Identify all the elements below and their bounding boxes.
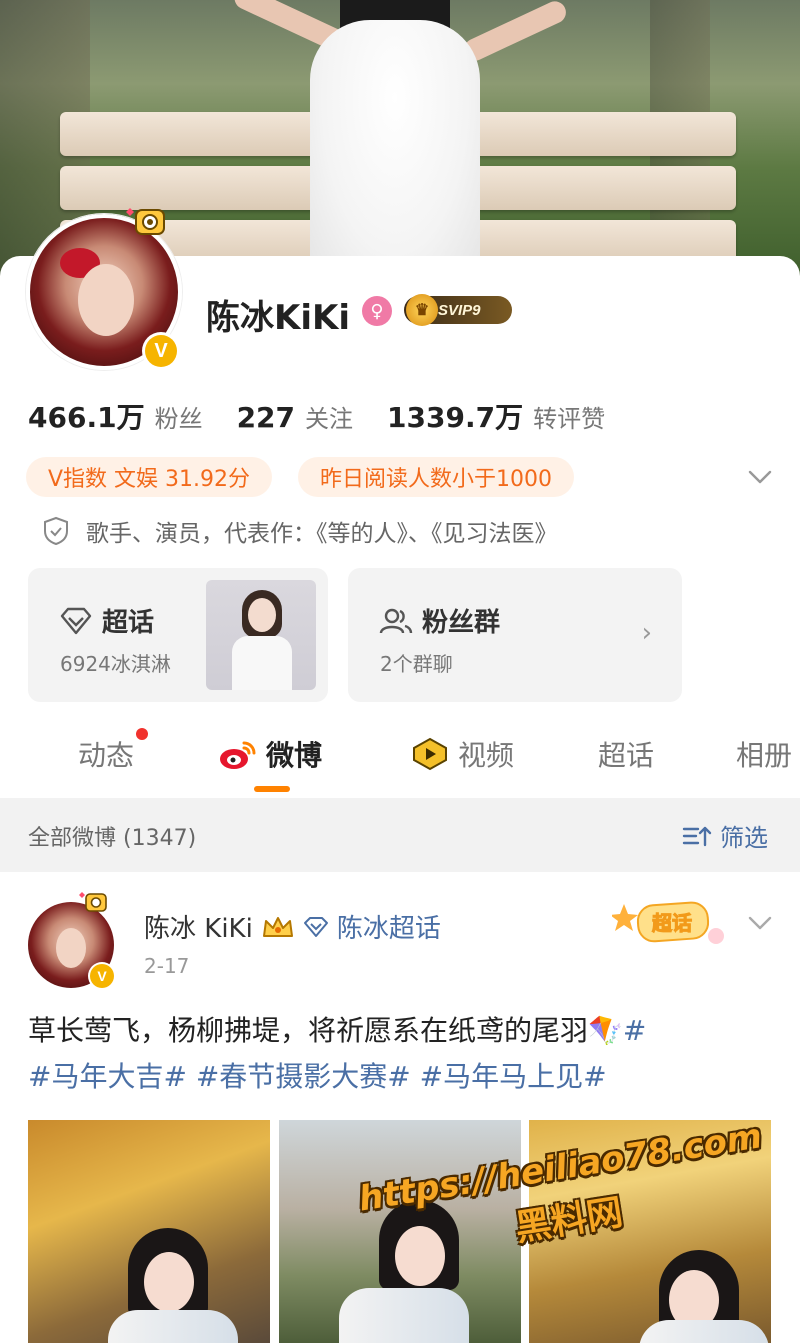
video-play-icon <box>413 737 447 771</box>
post-author[interactable]: 陈冰 KiKi <box>144 908 253 945</box>
fans-count[interactable]: 466.1万 <box>28 396 145 436</box>
arm <box>460 0 570 65</box>
crown-icon <box>262 916 293 937</box>
avatar-face <box>78 264 134 336</box>
super-topic-card[interactable]: 超话 6924冰淇淋 <box>28 568 328 702</box>
kite-emoji: 🪁 <box>588 1014 623 1047</box>
likes-count[interactable]: 1339.7万 <box>387 396 523 436</box>
thumb-shirt <box>232 636 292 690</box>
tab-weibo[interactable]: 微博 <box>218 734 322 774</box>
chevron-down-icon[interactable] <box>746 908 774 936</box>
svip-label: SVIP9 <box>438 301 481 319</box>
unread-dot <box>136 728 149 740</box>
bio-text: 歌手、演员，代表作：《等的人》、《见习法医》 <box>86 521 558 547</box>
post-hashtags[interactable]: #马年大吉# #春节摄影大赛# #马年马上见# <box>28 1060 607 1093</box>
camera-decoration-icon <box>79 892 107 912</box>
profile-tabs: 动态 微博 视频 超话 相册 <box>0 720 800 796</box>
post-author-line: 陈冰 KiKi 陈冰超话 <box>144 908 441 945</box>
female-gender-icon: ♀ <box>362 296 392 326</box>
daily-reads-tag[interactable]: 昨日阅读人数小于1000 <box>298 457 574 497</box>
fan-group-subtitle: 2个群聊 <box>380 652 453 676</box>
fans-label[interactable]: 粉丝 <box>155 399 203 434</box>
tab-video[interactable]: 视频 <box>410 734 514 774</box>
chevron-right-icon: › <box>641 618 652 648</box>
svip-badge[interactable]: ♛ SVIP9 <box>404 294 512 326</box>
post-date: 2-17 <box>144 954 190 978</box>
tab-super-topic[interactable]: 超话 <box>598 734 654 774</box>
fan-group-title: 粉丝群 <box>378 602 500 639</box>
avatar-face <box>56 928 86 968</box>
verified-badge: V <box>88 962 116 990</box>
fan-group-card[interactable]: 粉丝群 2个群聊 › <box>348 568 682 702</box>
verified-badge: V <box>142 332 180 370</box>
shield-check-icon <box>44 516 68 546</box>
post-text: 草长莺飞，杨柳拂堤，将祈愿系在纸鸢的尾羽🪁# #马年大吉# #春节摄影大赛# #… <box>28 1008 778 1100</box>
thumb-face <box>248 598 276 632</box>
feed-filter-bar: 全部微博 (1347) 筛选 <box>0 798 800 872</box>
sticker-label: 超话 <box>651 911 692 935</box>
super-topic-thumbnail <box>206 580 316 690</box>
photo-clothes <box>639 1320 769 1343</box>
profile-bio: 歌手、演员，代表作：《等的人》、《见习法医》 <box>42 514 558 548</box>
photo-clothes <box>108 1310 238 1343</box>
photo-face <box>144 1252 194 1312</box>
following-label[interactable]: 关注 <box>305 399 353 434</box>
weibo-icon <box>220 741 256 769</box>
super-topic-title: 超话 <box>58 602 154 639</box>
profile-stats: 466.1万 粉丝 227 关注 1339.7万 转评赞 <box>28 396 639 436</box>
post-topic-link[interactable]: 陈冰超话 <box>303 908 441 945</box>
camera-decoration-icon <box>126 208 165 235</box>
chevron-down-icon[interactable] <box>746 462 774 490</box>
following-count[interactable]: 227 <box>237 401 295 434</box>
tab-album[interactable]: 相册 <box>736 734 792 774</box>
profile-name: 陈冰KiKi <box>206 298 351 338</box>
crown-icon: ♛ <box>406 294 438 326</box>
tab-dynamic[interactable]: 动态 <box>78 728 149 774</box>
v-index-tag[interactable]: V指数 文娱 31.92分 <box>26 457 273 497</box>
white-dress <box>310 20 480 280</box>
likes-label[interactable]: 转评赞 <box>533 399 605 434</box>
diamond-icon <box>60 607 92 634</box>
post-photo-1[interactable] <box>28 1120 270 1343</box>
filter-icon <box>682 826 712 846</box>
group-users-icon <box>379 608 413 633</box>
super-topic-sticker: 超话 <box>612 901 724 944</box>
hashtag-lead[interactable]: # <box>623 1014 646 1047</box>
active-tab-indicator <box>254 786 290 792</box>
post-body: 草长莺飞，杨柳拂堤，将祈愿系在纸鸢的尾羽 <box>28 1014 589 1047</box>
all-posts-count: 全部微博 (1347) <box>28 826 197 851</box>
filter-button[interactable]: 筛选 <box>682 818 768 853</box>
super-topic-subtitle: 6924冰淇淋 <box>60 652 171 676</box>
diamond-icon <box>303 916 328 937</box>
